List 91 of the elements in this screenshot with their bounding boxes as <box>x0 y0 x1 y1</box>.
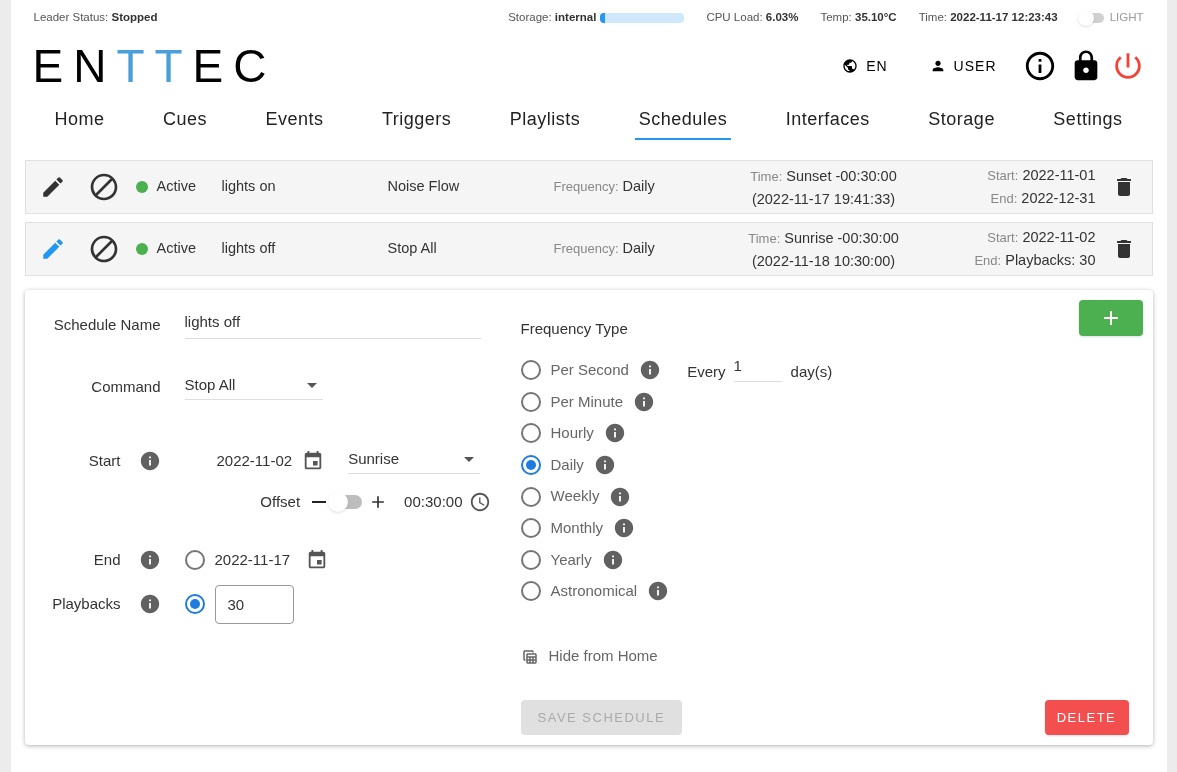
radio-label[interactable]: Astronomical <box>550 580 638 603</box>
field-label: End <box>93 549 121 570</box>
cpu-status: CPU Load: 6.03% <box>706 10 799 26</box>
info-icon[interactable] <box>633 390 656 413</box>
radio-label[interactable]: Per Minute <box>550 390 624 414</box>
info-icon[interactable] <box>138 549 161 571</box>
schedule-time-detail: (2022-11-17 19:41:33) <box>751 189 896 209</box>
theme-label: LIGHT <box>1109 10 1144 26</box>
field-label: Command <box>90 376 161 397</box>
status-text: Active <box>156 177 197 197</box>
nav-tab[interactable]: Playlists <box>505 100 585 140</box>
radio-label[interactable]: Yearly <box>550 548 592 572</box>
schedule-name-field[interactable]: lights off <box>184 311 481 339</box>
command-select[interactable]: Stop All <box>184 373 323 401</box>
radio-button[interactable] <box>184 594 205 614</box>
nav-tab[interactable]: Interfaces <box>781 100 874 140</box>
caret-icon <box>464 456 475 462</box>
schedule-time: Time: Sunset -00:30:00 <box>750 166 897 186</box>
radio-button[interactable] <box>184 550 205 570</box>
schedule-frequency: Frequency: Daily <box>553 239 656 259</box>
nav-tab[interactable]: Events <box>261 100 328 140</box>
info-icon[interactable] <box>603 422 626 445</box>
nav-tab[interactable]: Storage <box>924 100 999 140</box>
every-field[interactable]: 1 <box>733 354 782 382</box>
unit-label: day(s) <box>790 361 833 382</box>
user-button[interactable]: USER <box>929 55 997 77</box>
schedule-end: End: 2022-12-31 <box>990 189 1096 208</box>
radio-label[interactable]: Hourly <box>550 422 594 445</box>
leader-status: Leader Status: Stopped <box>33 10 158 26</box>
radio-button[interactable] <box>520 391 541 412</box>
schedule-command: Stop All <box>387 239 438 259</box>
info-icon[interactable] <box>609 485 632 508</box>
time-status: Time: 2022-11-17 12:23:43 <box>918 10 1058 26</box>
logo: EN TT EC <box>32 43 277 89</box>
add-button[interactable] <box>1078 300 1143 336</box>
field-label: Offset <box>260 491 301 512</box>
globe-icon <box>842 58 859 74</box>
field-label: Start <box>88 450 121 471</box>
hide-from-home-toggle[interactable]: Hide from Home <box>548 645 658 668</box>
radio-label[interactable]: Daily <box>550 453 584 477</box>
schedule-row[interactable]: Active lights on Noise Flow Frequency: Daily Time: Sunset -00:30:00 (2022-11-17 19:41:33) Start: 2022-11-01 End: 2022-12-31 <box>24 160 1153 214</box>
schedule-name: lights on <box>221 177 277 197</box>
info-icon[interactable] <box>593 454 616 477</box>
temperature-status: Temp: 35.10°C <box>820 10 897 26</box>
radio-button[interactable] <box>520 518 541 539</box>
storage-status: Storage: internal <box>508 10 597 26</box>
field-label: Every <box>687 361 726 382</box>
minus-icon <box>312 501 327 503</box>
theme-toggle[interactable] <box>1079 13 1104 23</box>
caret-icon <box>306 382 317 388</box>
radio-button[interactable] <box>520 423 541 444</box>
schedule-start: Start: 2022-11-02 <box>987 228 1096 247</box>
radio-label[interactable]: Weekly <box>550 485 600 508</box>
clock-icon[interactable] <box>468 491 491 513</box>
field-label: Playbacks <box>52 593 121 614</box>
radio-button[interactable] <box>520 581 541 602</box>
playbacks-field[interactable]: 30 <box>214 584 294 624</box>
status-text: Active <box>156 239 197 259</box>
schedule-time-detail: (2022-11-18 10:30:00) <box>751 251 896 271</box>
radio-button[interactable] <box>520 549 541 570</box>
field-label: Schedule Name <box>52 314 161 335</box>
schedule-name: lights off <box>221 239 277 259</box>
schedule-end: End: Playbacks: 30 <box>974 251 1096 270</box>
table-icon[interactable] <box>520 647 539 666</box>
radio-button[interactable] <box>520 455 541 476</box>
info-icon[interactable] <box>601 548 624 571</box>
language-button[interactable]: EN <box>842 55 888 77</box>
start-mode-select[interactable]: Sunrise <box>348 447 481 475</box>
schedule-time: Time: Sunrise -00:30:00 <box>748 228 899 248</box>
info-icon[interactable] <box>138 593 161 615</box>
offset-time[interactable]: 00:30:00 <box>404 490 463 514</box>
nav-tab[interactable]: Schedules <box>634 100 732 140</box>
nav-tab[interactable]: Settings <box>1049 100 1127 140</box>
info-icon[interactable] <box>613 517 636 540</box>
nav-tab[interactable]: Triggers <box>378 100 456 140</box>
start-date[interactable]: 2022-11-02 <box>216 449 293 473</box>
radio-label[interactable]: Monthly <box>550 517 604 540</box>
radio-label[interactable]: Per Second <box>550 359 629 382</box>
info-icon[interactable] <box>638 359 661 382</box>
info-icon[interactable] <box>647 580 670 603</box>
nav-tab[interactable]: Cues <box>159 100 211 140</box>
schedule-row[interactable]: Active lights off Stop All Frequency: Daily Time: Sunrise -00:30:00 (2022-11-18 10:30:00) Start: 2022-11-02 End: Playbacks: 30 <box>24 222 1153 276</box>
radio-button[interactable] <box>520 486 541 507</box>
schedule-frequency: Frequency: Daily <box>553 177 656 197</box>
schedule-start: Start: 2022-11-01 <box>987 166 1096 185</box>
info-icon[interactable] <box>138 450 161 472</box>
end-date[interactable]: 2022-11-17 <box>214 548 291 572</box>
nav-tab[interactable]: Home <box>50 100 109 140</box>
section-title: Frequency Type <box>520 319 628 339</box>
schedule-command: Noise Flow <box>387 177 461 197</box>
radio-button[interactable] <box>520 360 541 381</box>
